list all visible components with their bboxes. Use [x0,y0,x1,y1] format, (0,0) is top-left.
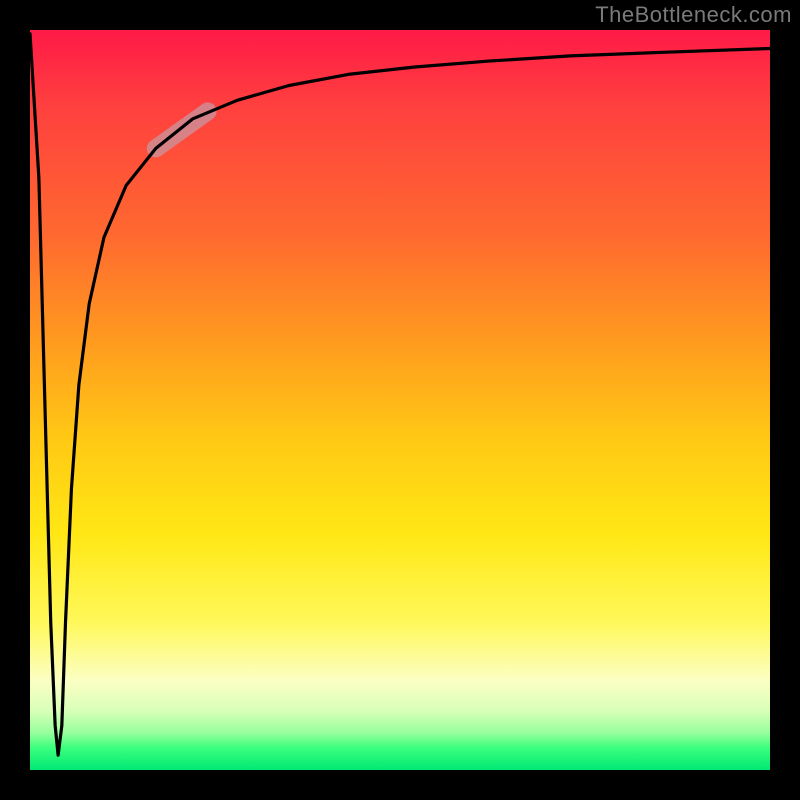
watermark-label: TheBottleneck.com [595,2,792,28]
plot-background-gradient [30,30,770,770]
chart-frame: TheBottleneck.com [0,0,800,800]
